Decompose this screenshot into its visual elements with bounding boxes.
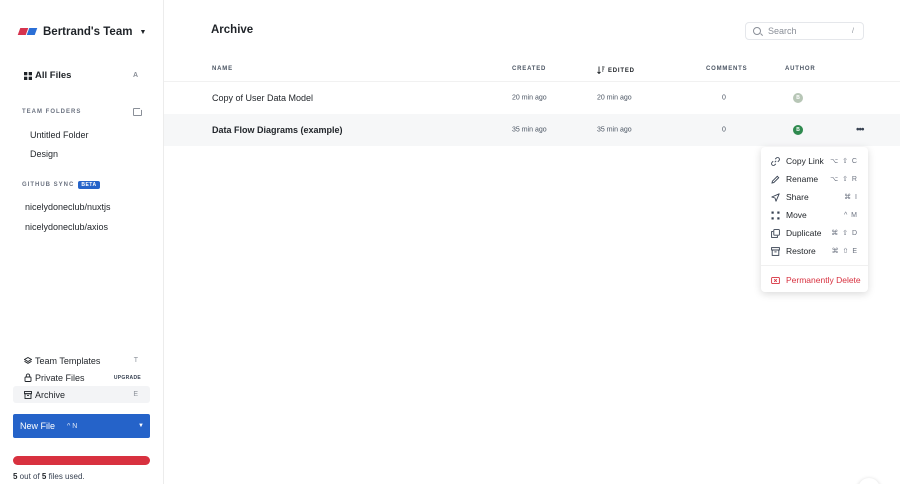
menu-item-label: Duplicate (786, 228, 822, 238)
beta-badge: BETA (78, 181, 100, 189)
edited-time: 35 min ago (597, 126, 632, 134)
folder-item[interactable]: Untitled Folder (30, 130, 89, 140)
menu-shortcut: ^ M (843, 211, 858, 219)
column-header-created[interactable]: CREATED (512, 66, 546, 72)
menu-item-move[interactable]: Move ^ M (761, 206, 868, 224)
menu-item-label: Permanently Delete (786, 275, 861, 285)
search-shortcut: / (852, 27, 854, 35)
shortcut-key: E (133, 391, 138, 398)
sidebar-item-label: Private Files (35, 372, 85, 383)
table-row[interactable]: Data Flow Diagrams (example) 35 min ago … (164, 114, 900, 146)
menu-item-copy-link[interactable]: Copy Link ⌥ ⇧ C (761, 152, 868, 170)
link-icon (771, 156, 780, 166)
column-header-author[interactable]: AUTHOR (785, 66, 815, 72)
column-header-name[interactable]: NAME (212, 66, 233, 72)
sidebar-item-team-templates[interactable]: Team Templates T (13, 352, 150, 369)
usage-mid: out of (17, 472, 42, 481)
file-name[interactable]: Copy of User Data Model (212, 93, 313, 103)
menu-item-rename[interactable]: Rename ⌥ ⇧ R (761, 170, 868, 188)
context-menu: Copy Link ⌥ ⇧ C Rename ⌥ ⇧ R Share ⌘ I M… (761, 147, 868, 292)
folder-item[interactable]: Design (30, 149, 58, 159)
search-placeholder: Search (768, 26, 797, 36)
sidebar-item-label: Team Templates (35, 355, 101, 366)
delete-icon (771, 276, 780, 285)
search-input[interactable]: Search / (745, 22, 864, 40)
team-folders-title: TEAM FOLDERS (22, 109, 81, 115)
lock-icon (23, 373, 32, 382)
new-file-shortcut: ^ N (67, 422, 78, 430)
section-title-text: TEAM FOLDERS (22, 109, 82, 115)
sidebar-item-label: Archive (35, 389, 66, 400)
team-switcher[interactable]: Bertrand's Team ▼ (17, 26, 147, 38)
column-header-comments[interactable]: COMMENTS (706, 66, 747, 72)
archive-icon (23, 390, 32, 399)
menu-divider (761, 265, 868, 266)
menu-item-label: Rename (786, 174, 819, 184)
comment-count: 0 (722, 126, 726, 134)
repo-item[interactable]: nicelydoneclub/axios (25, 222, 108, 232)
menu-item-label: Share (786, 192, 809, 202)
add-folder-icon[interactable] (133, 106, 144, 116)
usage-text: 5 out of 5 files used. (13, 472, 85, 481)
archive-box-icon (771, 246, 780, 256)
help-button[interactable] (858, 478, 880, 484)
sort-desc-icon (597, 66, 605, 76)
menu-item-duplicate[interactable]: Duplicate ⌘ ⇧ D (761, 224, 868, 242)
github-sync-title: GITHUB SYNC BETA (22, 181, 100, 189)
avatar: B (793, 125, 803, 135)
repo-item[interactable]: nicelydoneclub/nuxtjs (25, 202, 111, 212)
layers-icon (23, 356, 32, 365)
usage-suffix: files used. (46, 472, 85, 481)
created-time: 20 min ago (512, 94, 547, 102)
menu-shortcut: ⌘ I (844, 194, 858, 201)
send-icon (771, 192, 780, 202)
menu-item-label: Copy Link (786, 156, 824, 166)
move-icon (771, 211, 780, 220)
sidebar-item-label: All Files (35, 70, 72, 81)
menu-shortcut: ⌥ ⇧ R (830, 176, 858, 183)
section-title-text: GITHUB SYNC (22, 182, 75, 188)
dropdown-caret-icon[interactable]: ▼ (138, 423, 144, 429)
edited-time: 20 min ago (597, 94, 632, 102)
comment-count: 0 (722, 94, 726, 102)
team-logo-icon (17, 27, 38, 37)
menu-shortcut: ⌘ ⇧ E (831, 248, 858, 255)
column-header-label: EDITED (608, 68, 635, 74)
more-options-icon[interactable]: ••• (856, 125, 864, 136)
menu-item-share[interactable]: Share ⌘ I (761, 188, 868, 206)
shortcut-key: A (132, 72, 138, 79)
menu-item-restore[interactable]: Restore ⌘ ⇧ E (761, 242, 868, 260)
menu-shortcut: ⌘ ⇧ D (831, 230, 858, 237)
avatar: B (793, 93, 803, 103)
menu-item-permanently-delete[interactable]: Permanently Delete (761, 271, 868, 289)
grid-icon (23, 71, 32, 80)
duplicate-icon (771, 228, 780, 238)
pencil-icon (771, 175, 780, 184)
new-file-label: New File (20, 421, 56, 431)
search-icon (753, 27, 761, 35)
menu-shortcut: ⌥ ⇧ C (830, 158, 858, 165)
usage-progress-bar (13, 456, 150, 465)
shortcut-key: T (133, 357, 138, 364)
created-time: 35 min ago (512, 126, 547, 134)
sidebar: Bertrand's Team ▼ All Files A TEAM FOLDE… (0, 0, 164, 484)
menu-item-label: Restore (786, 246, 816, 256)
new-file-button[interactable]: New File ^ N ▼ (13, 414, 150, 438)
menu-item-label: Move (786, 210, 807, 220)
upgrade-badge[interactable]: UPGRADE (114, 375, 141, 381)
page-title: Archive (211, 24, 254, 36)
sidebar-item-private-files[interactable]: Private Files UPGRADE (13, 369, 150, 386)
file-name[interactable]: Data Flow Diagrams (example) (212, 125, 343, 135)
caret-down-icon: ▼ (139, 28, 147, 36)
column-header-edited[interactable]: EDITED (597, 66, 635, 76)
sidebar-item-all-files[interactable]: All Files A (13, 67, 150, 84)
team-name: Bertrand's Team (43, 26, 133, 38)
table-row[interactable]: Copy of User Data Model 20 min ago 20 mi… (164, 82, 900, 114)
sidebar-item-archive[interactable]: Archive E (13, 386, 150, 403)
